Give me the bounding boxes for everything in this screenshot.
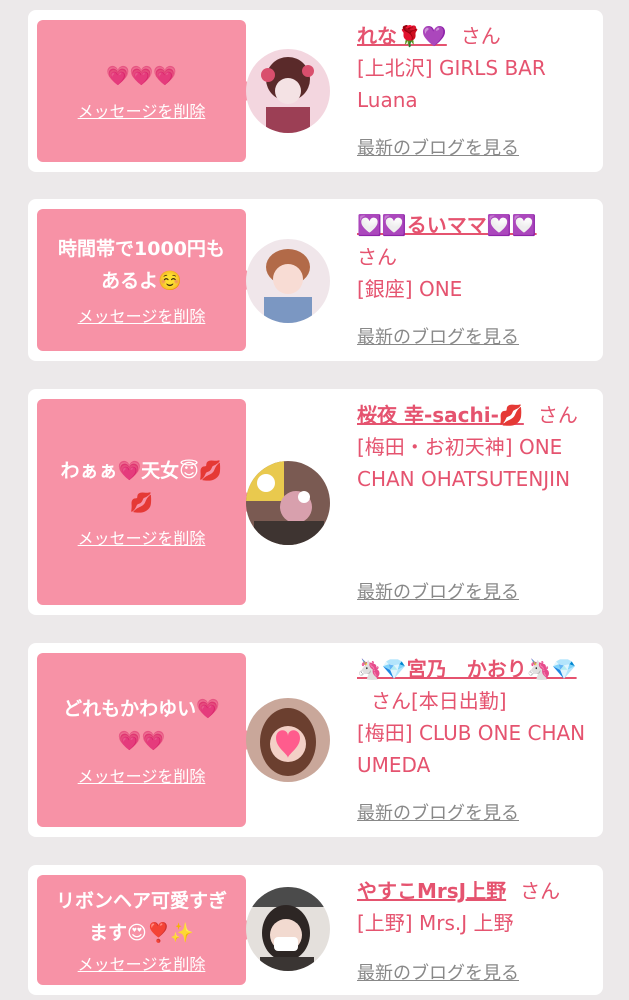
shop-name: [銀座] ONE [357,277,463,301]
delete-message-link[interactable]: メッセージを削除 [78,98,206,122]
avatar[interactable] [246,698,330,782]
host-name-link[interactable]: 💟💟るいママ💟💟 [357,213,537,237]
latest-blog-link[interactable]: 最新のブログを見る [357,134,519,160]
message-bubble: 💗💗💗 メッセージを削除 [37,20,256,162]
latest-blog-link[interactable]: 最新のブログを見る [357,578,519,604]
avatar[interactable] [246,887,330,971]
latest-blog-link[interactable]: 最新のブログを見る [357,799,519,825]
host-info: 💟💟るいママ💟💟 さん [銀座] ONE [357,209,591,305]
message-text: リボンヘア可愛すぎます😍❣️✨ [55,890,227,944]
avatar[interactable] [246,461,330,545]
shop-name: [梅田・お初天神] ONE CHAN OHATSUTENJIN [357,435,571,491]
delete-message-link[interactable]: メッセージを削除 [78,763,206,787]
message-card: 時間帯で1000円もあるよ☺️ メッセージを削除 💟💟るいママ💟💟 さん [銀座… [28,199,603,361]
name-suffix: さん[本日出勤] [371,689,507,713]
shop-name: [上北沢] GIRLS BAR Luana [357,56,546,112]
host-name-link[interactable]: 桜夜 幸-sachi-💋 [357,403,524,427]
shop-name: [上野] Mrs.J 上野 [357,911,514,935]
host-name-link[interactable]: 🦄💎宮乃 かおり🦄💎 [357,657,577,681]
message-text: わぁぁ💗天女😇💋💋 [60,460,223,514]
message-card: リボンヘア可愛すぎます😍❣️✨ メッセージを削除 やすこMrsJ上野 さん [上野… [28,865,603,995]
host-info: 🦄💎宮乃 かおり🦄💎 さん[本日出勤] [梅田] CLUB ONE CHAN UM… [357,653,591,781]
latest-blog-link[interactable]: 最新のブログを見る [357,323,519,349]
message-text: 💗💗💗 [106,65,177,87]
host-info: やすこMrsJ上野 さん [上野] Mrs.J 上野 [357,875,591,939]
host-name-link[interactable]: れな🌹💜 [357,24,447,48]
message-card: どれもかわゆい💗💗💗 メッセージを削除 🦄💎宮乃 かおり🦄💎 さん[本日出勤] [… [28,643,603,837]
shop-name: [梅田] CLUB ONE CHAN UMEDA [357,721,586,777]
name-suffix: さん [537,403,578,427]
message-text: 時間帯で1000円もあるよ☺️ [58,238,225,292]
message-card: わぁぁ💗天女😇💋💋 メッセージを削除 桜夜 幸-sachi-💋 さん [梅田・お初… [28,389,603,615]
name-suffix: さん [460,24,501,48]
avatar[interactable] [246,49,330,133]
host-info: れな🌹💜 さん [上北沢] GIRLS BAR Luana [357,20,591,116]
host-info: 桜夜 幸-sachi-💋 さん [梅田・お初天神] ONE CHAN OHATSU… [357,399,581,495]
message-bubble: 時間帯で1000円もあるよ☺️ メッセージを削除 [37,209,256,351]
name-suffix: さん [357,245,397,269]
name-suffix: さん [520,879,561,903]
host-name-link[interactable]: やすこMrsJ上野 [357,879,506,903]
latest-blog-link[interactable]: 最新のブログを見る [357,959,519,985]
message-card: 💗💗💗 メッセージを削除 れな🌹💜 さん [上北沢] GIRLS BAR Luan… [28,10,603,172]
delete-message-link[interactable]: メッセージを削除 [78,525,206,549]
delete-message-link[interactable]: メッセージを削除 [78,303,206,327]
message-bubble: どれもかわゆい💗💗💗 メッセージを削除 [37,653,256,827]
message-bubble: わぁぁ💗天女😇💋💋 メッセージを削除 [37,399,256,605]
avatar[interactable] [246,239,330,323]
delete-message-link[interactable]: メッセージを削除 [78,951,206,975]
message-text: どれもかわゆい💗💗💗 [63,698,220,752]
message-bubble: リボンヘア可愛すぎます😍❣️✨ メッセージを削除 [37,875,256,985]
